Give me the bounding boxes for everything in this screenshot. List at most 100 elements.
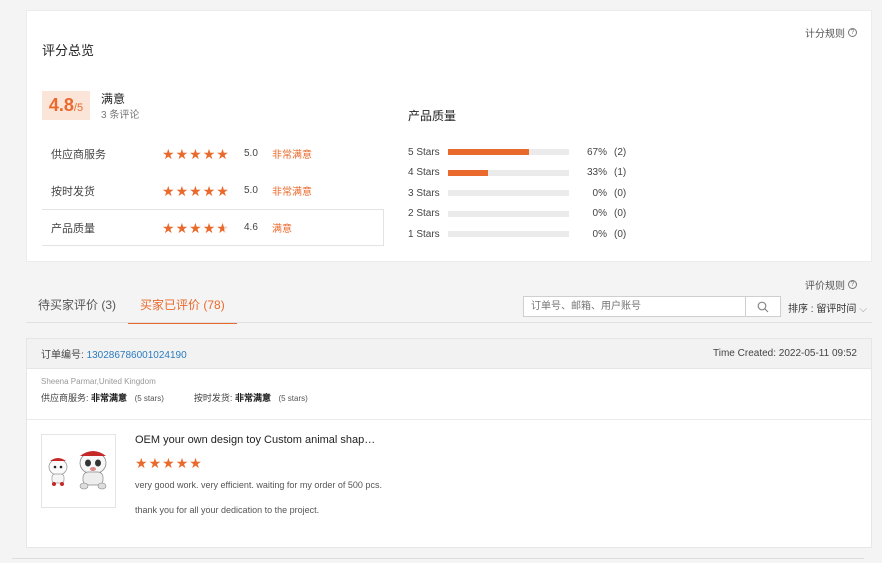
review-rules-link[interactable]: 评价规则 ? <box>805 277 857 292</box>
distribution-bar <box>448 231 569 238</box>
overall-score: 4.8 <box>48 95 74 115</box>
star-icon: ★ <box>202 145 216 162</box>
rating-row-label: 按时发货 <box>51 185 95 198</box>
search-box <box>523 296 781 317</box>
summary-title: 评分总览 <box>42 43 95 58</box>
star-icon: ★ <box>175 455 189 471</box>
help-icon[interactable]: ? <box>848 280 857 289</box>
review-item: OEM your own design toy Custom animal sh… <box>27 420 871 548</box>
distribution-percent: 67% <box>586 146 607 158</box>
star-icon: ★ <box>175 219 189 236</box>
rating-row-supplier-service[interactable]: 供应商服务 ★ ★ ★ ★ ★ 5.0 非常满意 <box>42 135 384 172</box>
rating-desc: 非常满意 <box>272 150 312 161</box>
buyer-name: Sheena Parmar,United Kingdom <box>41 377 156 386</box>
product-title-link[interactable]: OEM your own design toy Custom animal sh… <box>135 434 375 446</box>
product-thumbnail[interactable] <box>41 434 116 508</box>
distribution-label: 5 Stars <box>408 146 440 158</box>
distribution-count: (0) <box>614 208 627 220</box>
review-rules-label[interactable]: 评价规则 <box>805 277 845 292</box>
order-number-link[interactable]: 130286786001024190 <box>87 350 187 361</box>
distribution-bar <box>448 149 569 156</box>
buyer-ratings: 供应商服务: 非常满意 (5 stars) 按时发货: 非常满意 (5 star… <box>41 391 857 404</box>
distribution-label: 1 Stars <box>408 228 440 240</box>
rating-value: 5.0 <box>244 148 258 159</box>
distribution-bar-fill <box>448 149 530 156</box>
star-icon: ★ <box>189 455 202 471</box>
star-icon: ★ <box>216 145 229 162</box>
overall-score-badge: 4.8/5 <box>42 91 90 120</box>
star-icon: ★ <box>216 182 229 199</box>
star-icon: ★ <box>202 219 216 236</box>
order-review-card: 订单编号: 130286786001024190 Time Created: 2… <box>26 338 872 548</box>
distribution-count: (0) <box>614 228 627 240</box>
star-rating: ★ ★ ★ ★ ★ <box>162 221 244 235</box>
tab-pending-reviews[interactable]: 待买家评价 (3) <box>26 288 128 323</box>
distribution-bar-fill <box>448 169 488 176</box>
scoring-rules-link[interactable]: 计分规则 ? <box>805 25 857 40</box>
quality-title: 产品质量 <box>408 109 457 123</box>
time-created: Time Created: 2022-05-11 09:52 <box>713 348 857 359</box>
distribution-label: 3 Stars <box>408 187 440 199</box>
star-icon: ★ <box>189 219 202 236</box>
tab-buyer-reviewed[interactable]: 买家已评价 (78) <box>128 288 237 324</box>
star-icon: ★ <box>162 455 175 471</box>
star-icon: ★ <box>189 145 202 162</box>
distribution-label: 4 Stars <box>408 167 440 179</box>
review-count: 3 条评论 <box>101 110 140 121</box>
distribution-label: 2 Stars <box>408 208 440 220</box>
chevron-down-icon[interactable]: ⌵ <box>859 304 867 315</box>
scoring-rules-label[interactable]: 计分规则 <box>805 25 845 40</box>
half-star-icon: ★ <box>216 219 229 236</box>
supplier-service-stars: (5 stars) <box>134 394 164 403</box>
star-icon: ★ <box>162 182 175 199</box>
review-text: thank you for all your dedication to the… <box>135 505 320 515</box>
rating-summary-panel: 评分总览 计分规则 ? 4.8/5 满意 3 条评论 供应商服务 ★ ★ ★ ★ ★ 5… <box>26 10 872 262</box>
star-rating: ★ ★ ★ ★ ★ <box>162 184 244 198</box>
star-icon: ★ <box>189 182 202 199</box>
distribution-bar <box>448 169 569 176</box>
distribution-percent: 33% <box>586 167 607 179</box>
bottom-divider <box>12 558 864 559</box>
supplier-service-value: 非常满意 <box>91 393 128 403</box>
star-rating: ★ ★ ★ ★ ★ <box>162 147 244 161</box>
distribution-percent: 0% <box>592 187 607 199</box>
help-icon[interactable]: ? <box>848 28 857 37</box>
rating-desc: 非常满意 <box>272 187 312 198</box>
rating-breakdown: 供应商服务 ★ ★ ★ ★ ★ 5.0 非常满意 按时发货 ★ ★ ★ ★ ★ 5.0 非常满意… <box>42 135 384 246</box>
star-icon: ★ <box>162 145 175 162</box>
sort-dropdown[interactable]: 排序 : 留评时间 ⌵ <box>788 300 867 315</box>
rating-desc: 满意 <box>272 224 292 235</box>
review-text: very good work. very efficient. waiting … <box>135 480 382 490</box>
supplier-service-label: 供应商服务: <box>41 393 89 403</box>
search-icon <box>757 301 769 312</box>
star-icon: ★ <box>135 455 148 471</box>
distribution-count: (1) <box>614 167 627 179</box>
tabs-divider <box>26 322 872 323</box>
rating-row-label: 产品质量 <box>51 222 95 235</box>
product-image <box>48 451 107 490</box>
search-button[interactable] <box>745 297 780 316</box>
rating-row-label: 供应商服务 <box>51 148 106 161</box>
star-icon: ★ <box>148 455 162 471</box>
rating-value: 5.0 <box>244 185 258 196</box>
rating-row-on-time-delivery[interactable]: 按时发货 ★ ★ ★ ★ ★ 5.0 非常满意 <box>42 172 384 209</box>
delivery-value: 非常满意 <box>234 393 271 403</box>
delivery-rating: 按时发货: 非常满意 (5 stars) <box>194 391 308 404</box>
delivery-stars: (5 stars) <box>278 394 308 403</box>
rating-row-product-quality[interactable]: 产品质量 ★ ★ ★ ★ ★ 4.6 满意 <box>42 209 384 246</box>
order-header: 订单编号: 130286786001024190 Time Created: 2… <box>27 339 871 369</box>
distribution-count: (0) <box>614 187 627 199</box>
distribution-count: (2) <box>614 146 627 158</box>
distribution-row: 4 Stars 33% (1) <box>408 163 648 184</box>
order-number-label: 订单编号: <box>41 350 84 361</box>
order-number-group: 订单编号: 130286786001024190 <box>41 346 187 361</box>
distribution-row: 2 Stars 0% (0) <box>408 204 648 225</box>
sort-label[interactable]: 排序 : 留评时间 <box>788 304 856 315</box>
distribution-row: 5 Stars 67% (2) <box>408 142 648 163</box>
distribution-bar <box>448 210 569 217</box>
distribution-row: 1 Stars 0% (0) <box>408 224 648 245</box>
star-distribution: 5 Stars 67% (2) 4 Stars 33% (1) 3 Stars … <box>408 142 648 245</box>
buyer-info: Sheena Parmar,United Kingdom 供应商服务: 非常满意… <box>27 369 871 420</box>
rating-value: 4.6 <box>244 222 258 233</box>
search-input[interactable] <box>524 297 745 316</box>
